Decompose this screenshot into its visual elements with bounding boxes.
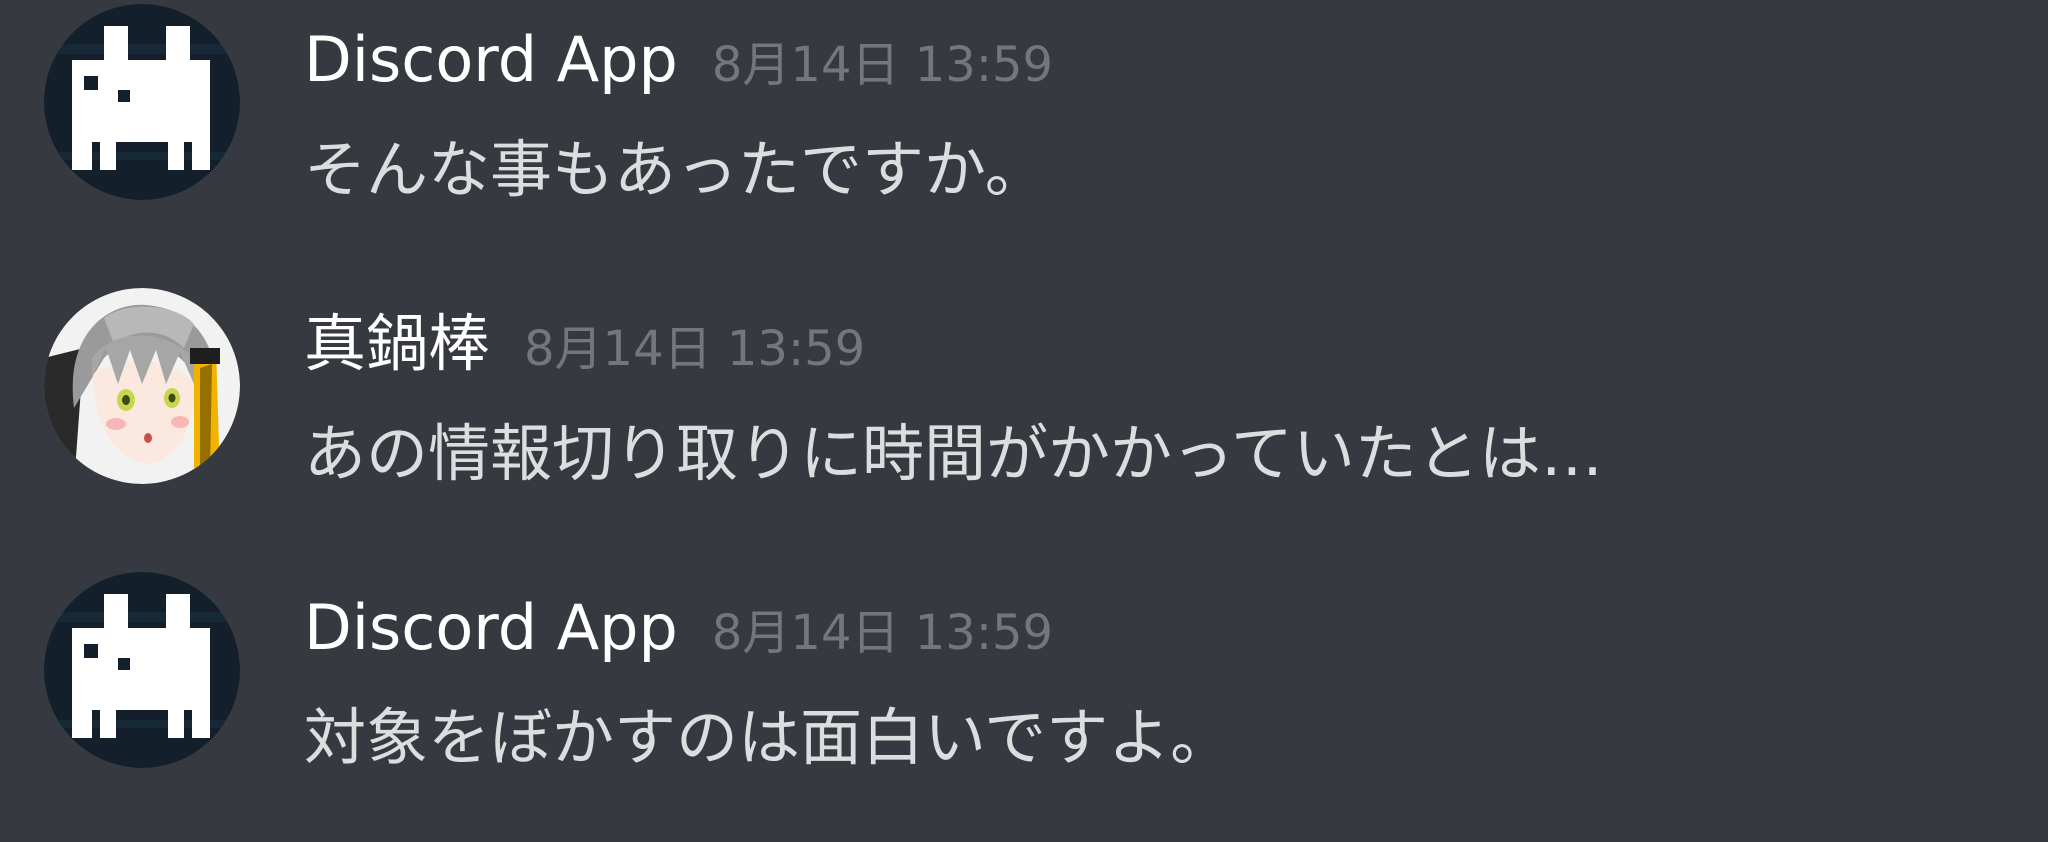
discord-bot-icon[interactable] [44, 4, 240, 200]
message-item: 真鍋棒 8月14日 13:59 あの情報切り取りに時間がかかっていたとは… [0, 284, 2048, 544]
timestamp: 8月14日 13:59 [711, 605, 1054, 661]
username[interactable]: Discord App [304, 23, 678, 96]
message-item: Discord App 8月14日 13:59 そんな事もあったですか。 [0, 0, 2048, 260]
message-content: 対象をぼかすのは面白いですよ。 [304, 701, 1233, 774]
message-content: あの情報切り取りに時間がかかっていたとは… [304, 417, 1603, 490]
discord-bot-icon[interactable] [44, 572, 240, 768]
message-header: 真鍋棒 8月14日 13:59 [304, 304, 865, 389]
timestamp: 8月14日 13:59 [711, 37, 1054, 93]
chat-messages: Discord App 8月14日 13:59 そんな事もあったですか。 真鍋棒… [0, 0, 2048, 842]
message-header: Discord App 8月14日 13:59 [304, 588, 1053, 673]
username[interactable]: Discord App [304, 591, 678, 664]
message-content: そんな事もあったですか。 [304, 133, 1047, 206]
timestamp: 8月14日 13:59 [524, 321, 866, 377]
message-header: Discord App 8月14日 13:59 [304, 20, 1053, 105]
message-item: Discord App 8月14日 13:59 対象をぼかすのは面白いですよ。 [0, 568, 2048, 828]
anime-girl-avatar[interactable] [44, 288, 240, 484]
username[interactable]: 真鍋棒 [304, 307, 490, 380]
